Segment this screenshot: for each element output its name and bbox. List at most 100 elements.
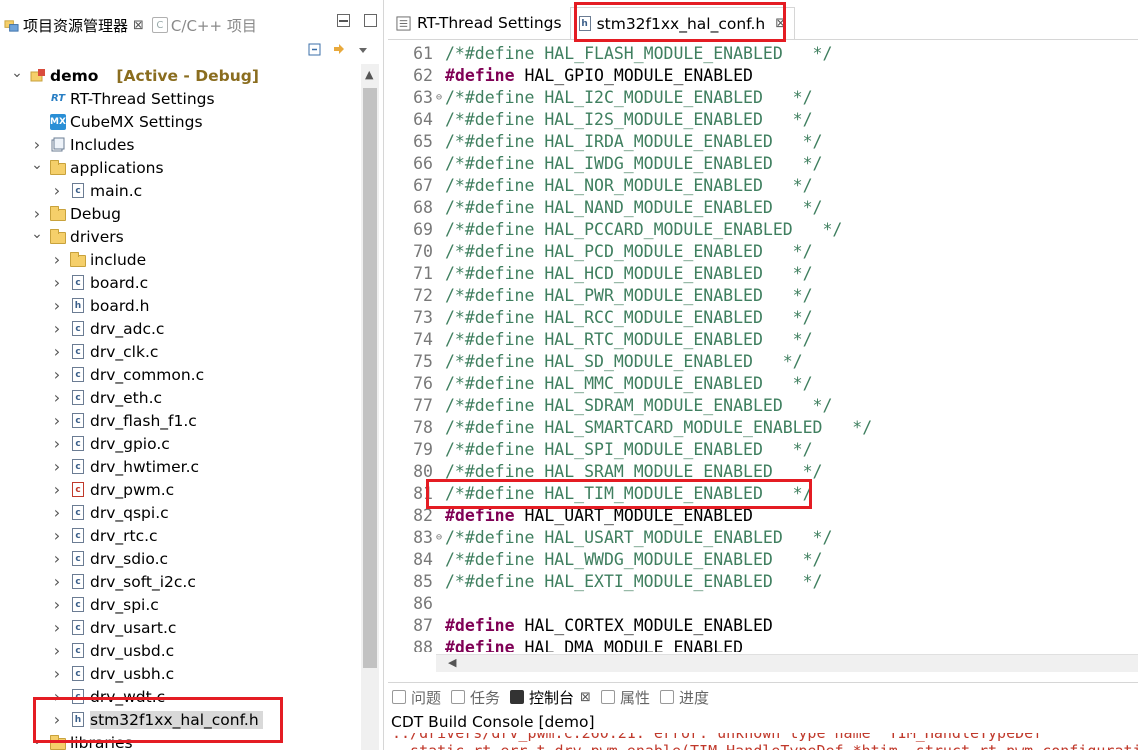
tree-item[interactable]: › c drv_flash_f1.c [50, 409, 197, 432]
console-tab[interactable]: 属性 [600, 687, 650, 708]
chevron-right-icon[interactable]: › [50, 411, 64, 430]
chevron-right-icon[interactable]: › [50, 250, 64, 269]
code-line[interactable]: 73 /*#define HAL_RCC_MODULE_ENABLED */ [388, 306, 812, 328]
tree-item[interactable]: › c drv_rtc.c [50, 524, 158, 547]
tree-item[interactable]: › c drv_soft_i2c.c [50, 570, 196, 593]
tree-item[interactable]: ⌄ libraries [30, 731, 133, 750]
tree-item[interactable]: › c drv_adc.c [50, 317, 165, 340]
tree-item[interactable]: › c drv_hwtimer.c [50, 455, 199, 478]
code-line[interactable]: 77 /*#define HAL_SDRAM_MODULE_ENABLED */ [388, 394, 832, 416]
code-line[interactable]: 61 /*#define HAL_FLASH_MODULE_ENABLED */ [388, 42, 832, 64]
code-line[interactable]: 75 /*#define HAL_SD_MODULE_ENABLED */ [388, 350, 803, 372]
fold-toggle-icon[interactable]: ⊖ [433, 532, 445, 543]
chevron-right-icon[interactable]: › [50, 664, 64, 683]
code-line[interactable]: 62 #define HAL_GPIO_MODULE_ENABLED [388, 64, 753, 86]
code-line[interactable]: 87 #define HAL_CORTEX_MODULE_ENABLED [388, 614, 773, 636]
chevron-right-icon[interactable]: › [50, 434, 64, 453]
tree-item[interactable]: › Debug [30, 202, 121, 225]
code-line[interactable]: 81 /*#define HAL_TIM_MODULE_ENABLED */ [388, 482, 812, 504]
chevron-right-icon[interactable]: › [50, 641, 64, 660]
chevron-down-icon[interactable]: ⌄ [30, 157, 44, 173]
code-line[interactable]: 86 [388, 592, 445, 614]
tab-cpp-projects[interactable]: C C/C++ 项目 [148, 8, 261, 42]
fold-toggle-icon[interactable]: ⊖ [433, 92, 445, 103]
code-line[interactable]: 69 /*#define HAL_PCCARD_MODULE_ENABLED */ [388, 218, 842, 240]
tree-item[interactable]: › c drv_usbh.c [50, 662, 174, 685]
code-line[interactable]: 63 ⊖/*#define HAL_I2C_MODULE_ENABLED */ [388, 86, 812, 108]
code-line[interactable]: 78 /*#define HAL_SMARTCARD_MODULE_ENABLED… [388, 416, 872, 438]
tree-item[interactable]: › c drv_spi.c [50, 593, 159, 616]
tree-item[interactable]: › c drv_usart.c [50, 616, 177, 639]
tree-item[interactable]: › c main.c [50, 179, 142, 202]
tree-item[interactable]: MX CubeMX Settings [30, 110, 203, 133]
chevron-right-icon[interactable]: › [50, 618, 64, 637]
code-line[interactable]: 64 /*#define HAL_I2S_MODULE_ENABLED */ [388, 108, 812, 130]
chevron-right-icon[interactable]: › [50, 388, 64, 407]
close-icon[interactable]: ⊠ [775, 16, 786, 31]
console-tab[interactable]: 进度 [659, 687, 709, 708]
tree-item[interactable]: › h stm32f1xx_hal_conf.h [50, 708, 263, 731]
scrollbar-thumb[interactable] [363, 88, 377, 668]
chevron-down-icon[interactable]: ⌄ [30, 226, 44, 242]
tree-item[interactable]: RT RT-Thread Settings [30, 87, 215, 110]
chevron-right-icon[interactable]: › [30, 135, 44, 154]
code-line[interactable]: 66 /*#define HAL_IWDG_MODULE_ENABLED */ [388, 152, 822, 174]
code-line[interactable]: 65 /*#define HAL_IRDA_MODULE_ENABLED */ [388, 130, 822, 152]
chevron-right-icon[interactable]: › [50, 595, 64, 614]
tree-item[interactable]: › c board.c [50, 271, 148, 294]
code-line[interactable]: 68 /*#define HAL_NAND_MODULE_ENABLED */ [388, 196, 822, 218]
editor-tab-rt-thread-settings[interactable]: RT-Thread Settings [388, 7, 570, 39]
code-line[interactable]: 67 /*#define HAL_NOR_MODULE_ENABLED */ [388, 174, 812, 196]
code-line[interactable]: 72 /*#define HAL_PWR_MODULE_ENABLED */ [388, 284, 812, 306]
editor-horizontal-scrollbar[interactable]: ◀ [436, 654, 1138, 672]
code-editor[interactable]: 61/*#define HAL_FLASH_MODULE_ENABLED */6… [388, 42, 1138, 653]
tree-item[interactable]: ⌄ demo [Active - Debug] [10, 64, 259, 87]
code-line[interactable]: 80 /*#define HAL_SRAM_MODULE_ENABLED */ [388, 460, 822, 482]
chevron-down-icon[interactable]: ⌄ [10, 65, 24, 81]
tree-item[interactable]: › c drv_gpio.c [50, 432, 170, 455]
code-line[interactable]: 71 /*#define HAL_HCD_MODULE_ENABLED */ [388, 262, 812, 284]
code-line[interactable]: 83 ⊖/*#define HAL_USART_MODULE_ENABLED */ [388, 526, 832, 548]
code-line[interactable]: 82 #define HAL_UART_MODULE_ENABLED [388, 504, 753, 526]
code-line[interactable]: 70 /*#define HAL_PCD_MODULE_ENABLED */ [388, 240, 812, 262]
chevron-right-icon[interactable]: › [30, 204, 44, 223]
chevron-right-icon[interactable]: › [50, 687, 64, 706]
tree-item[interactable]: › c drv_eth.c [50, 386, 162, 409]
link-with-editor-icon[interactable] [331, 42, 347, 58]
chevron-right-icon[interactable]: › [50, 273, 64, 292]
tree-item[interactable]: › c drv_usbd.c [50, 639, 174, 662]
chevron-right-icon[interactable]: › [50, 710, 64, 729]
console-tab[interactable]: 问题 [392, 687, 441, 708]
chevron-right-icon[interactable]: › [50, 296, 64, 315]
tree-item[interactable]: › include [50, 248, 146, 271]
tree-item[interactable]: ⌄ applications [30, 156, 163, 179]
collapse-all-icon[interactable] [307, 42, 323, 58]
close-icon[interactable]: ⊠ [133, 18, 144, 33]
code-line[interactable]: 88 #define HAL_DMA_MODULE_ENABLED [388, 636, 743, 653]
view-menu-icon[interactable] [355, 42, 371, 58]
chevron-right-icon[interactable]: › [50, 365, 64, 384]
chevron-right-icon[interactable]: › [50, 457, 64, 476]
chevron-down-icon[interactable]: ⌄ [30, 732, 44, 748]
tree-item[interactable]: › c drv_wdt.c [50, 685, 165, 708]
code-line[interactable]: 74 /*#define HAL_RTC_MODULE_ENABLED */ [388, 328, 812, 350]
editor-tab-stm32f1xx-hal-conf[interactable]: h stm32f1xx_hal_conf.h ⊠ [569, 7, 796, 39]
scroll-up-icon[interactable]: ▲ [365, 68, 373, 81]
code-line[interactable]: 76 /*#define HAL_MMC_MODULE_ENABLED */ [388, 372, 812, 394]
maximize-icon[interactable] [364, 14, 377, 27]
chevron-right-icon[interactable]: › [50, 342, 64, 361]
chevron-right-icon[interactable]: › [50, 572, 64, 591]
chevron-right-icon[interactable]: › [50, 526, 64, 545]
code-line[interactable]: 85 /*#define HAL_EXTI_MODULE_ENABLED */ [388, 570, 822, 592]
explorer-vertical-scrollbar[interactable]: ▲ [361, 64, 379, 750]
tree-item[interactable]: › c drv_sdio.c [50, 547, 168, 570]
tab-project-explorer[interactable]: 项目资源管理器 ⊠ [0, 8, 148, 42]
tree-item[interactable]: › c drv_pwm.c [50, 478, 174, 501]
chevron-right-icon[interactable]: › [50, 319, 64, 338]
tree-item[interactable]: › c drv_common.c [50, 363, 204, 386]
chevron-right-icon[interactable]: › [50, 549, 64, 568]
chevron-right-icon[interactable]: › [50, 480, 64, 499]
tree-item[interactable]: › c drv_qspi.c [50, 501, 169, 524]
close-icon[interactable]: ⊠ [580, 690, 591, 705]
tree-item[interactable]: › c drv_clk.c [50, 340, 159, 363]
